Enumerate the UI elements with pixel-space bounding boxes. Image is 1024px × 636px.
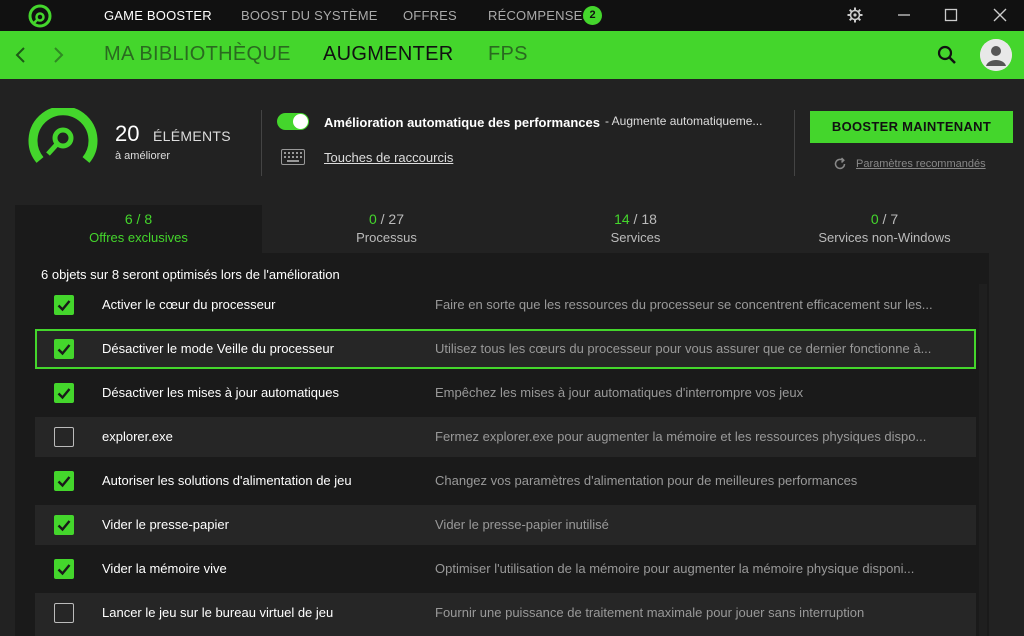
tab-label: Services bbox=[610, 230, 661, 245]
checkbox-checked[interactable] bbox=[54, 471, 74, 491]
tab-label: Services non-Windows bbox=[818, 230, 951, 245]
header-divider-left bbox=[261, 110, 262, 176]
items-count-sublabel: à améliorer bbox=[115, 150, 171, 162]
auto-boost-title: Amélioration automatique des performance… bbox=[324, 115, 600, 130]
list-item[interactable]: explorer.exe Fermez explorer.exe pour au… bbox=[35, 417, 976, 457]
toggle-knob bbox=[293, 114, 308, 129]
boost-gauge-icon bbox=[28, 108, 98, 163]
list-item[interactable]: Désactiver le mode Veille du processeur … bbox=[35, 329, 976, 369]
checkbox-checked[interactable] bbox=[54, 295, 74, 315]
scrollbar[interactable] bbox=[979, 284, 987, 636]
boost-now-button[interactable]: BOOSTER MAINTENANT bbox=[810, 111, 1013, 143]
list-item[interactable]: Désactiver les mises à jour automatiques… bbox=[35, 373, 976, 413]
checkbox-checked[interactable] bbox=[54, 515, 74, 535]
auto-boost-description: - Augmente automatiqueme... bbox=[605, 114, 763, 128]
tab-count: 14 / 18 bbox=[614, 211, 657, 227]
list-item[interactable]: Vider le presse-papier Vider le presse-p… bbox=[35, 505, 976, 545]
item-description: Vider le presse-papier inutilisé bbox=[435, 517, 609, 532]
tab-recompenses[interactable]: RÉCOMPENSES bbox=[488, 8, 591, 23]
avatar-icon[interactable] bbox=[980, 39, 1012, 71]
tab-label: Offres exclusives bbox=[89, 230, 188, 245]
settings-icon[interactable] bbox=[845, 5, 865, 25]
forward-arrow-icon[interactable] bbox=[46, 43, 70, 67]
tab-boost-systeme[interactable]: BOOST DU SYSTÈME bbox=[241, 8, 378, 23]
tab-count: 0 / 7 bbox=[870, 211, 899, 227]
tab-count: 0 / 27 bbox=[368, 211, 405, 227]
tab-offres[interactable]: OFFRES bbox=[403, 8, 457, 23]
keyboard-icon bbox=[281, 149, 305, 165]
maximize-icon[interactable] bbox=[941, 5, 961, 25]
item-title: explorer.exe bbox=[102, 429, 173, 444]
title-bar: GAME BOOSTER BOOST DU SYSTÈME OFFRES RÉC… bbox=[0, 0, 1024, 31]
item-title: Autoriser les solutions d'alimentation d… bbox=[102, 473, 352, 488]
main-nav-bar: MA BIBLIOTHÈQUE AUGMENTER FPS bbox=[0, 31, 1024, 79]
checkbox-unchecked[interactable] bbox=[54, 603, 74, 623]
item-title: Lancer le jeu sur le bureau virtuel de j… bbox=[102, 605, 334, 620]
item-description: Empêchez les mises à jour automatiques d… bbox=[435, 385, 804, 400]
header-divider-right bbox=[794, 110, 795, 176]
checkbox-checked[interactable] bbox=[54, 339, 74, 359]
items-count-label: ÉLÉMENTS bbox=[153, 128, 231, 144]
item-title: Désactiver le mode Veille du processeur bbox=[102, 341, 334, 356]
search-icon[interactable] bbox=[935, 43, 959, 67]
item-description: Fournir une puissance de traitement maxi… bbox=[435, 605, 865, 620]
list-item[interactable]: Vider la mémoire vive Optimiser l'utilis… bbox=[35, 549, 976, 589]
back-arrow-icon[interactable] bbox=[9, 43, 33, 67]
list-item[interactable]: Lancer le jeu sur le bureau virtuel de j… bbox=[35, 593, 976, 636]
nav-augmenter[interactable]: AUGMENTER bbox=[323, 43, 453, 66]
auto-boost-toggle[interactable] bbox=[277, 113, 309, 130]
optimization-summary: 6 objets sur 8 seront optimisés lors de … bbox=[41, 267, 340, 282]
tab-game-booster[interactable]: GAME BOOSTER bbox=[104, 8, 212, 23]
shortcuts-link[interactable]: Touches de raccourcis bbox=[324, 150, 453, 165]
list-item[interactable]: Autoriser les solutions d'alimentation d… bbox=[35, 461, 976, 501]
tab-count: 6 / 8 bbox=[124, 211, 153, 227]
tab-services[interactable]: 14 / 18 Services bbox=[511, 205, 760, 253]
item-description: Optimiser l'utilisation de la mémoire po… bbox=[435, 561, 915, 576]
rewards-count-badge: 2 bbox=[583, 6, 602, 25]
item-description: Changez vos paramètres d'alimentation po… bbox=[435, 473, 858, 488]
nav-ma-bibliotheque[interactable]: MA BIBLIOTHÈQUE bbox=[104, 43, 291, 66]
recommended-settings-link[interactable]: Paramètres recommandés bbox=[856, 158, 986, 170]
item-title: Désactiver les mises à jour automatiques bbox=[102, 385, 339, 400]
app-logo-icon[interactable] bbox=[28, 4, 52, 28]
tab-services-non-windows[interactable]: 0 / 7 Services non-Windows bbox=[760, 205, 1009, 253]
item-description: Fermez explorer.exe pour augmenter la mé… bbox=[435, 429, 927, 444]
item-title: Vider la mémoire vive bbox=[102, 561, 227, 576]
tab-processus[interactable]: 0 / 27 Processus bbox=[262, 205, 511, 253]
item-description: Faire en sorte que les ressources du pro… bbox=[435, 297, 933, 312]
tab-offres-exclusives[interactable]: 6 / 8 Offres exclusives bbox=[15, 205, 262, 253]
items-count: 20 bbox=[115, 121, 140, 146]
checkbox-checked[interactable] bbox=[54, 559, 74, 579]
close-icon[interactable] bbox=[990, 5, 1010, 25]
checkbox-unchecked[interactable] bbox=[54, 427, 74, 447]
refresh-icon bbox=[834, 157, 846, 170]
nav-fps[interactable]: FPS bbox=[488, 43, 528, 66]
minimize-icon[interactable] bbox=[894, 5, 914, 25]
tab-label: Processus bbox=[356, 230, 417, 245]
item-description: Utilisez tous les cœurs du processeur po… bbox=[435, 341, 932, 356]
list-item[interactable]: Activer le cœur du processeur Faire en s… bbox=[35, 285, 976, 325]
checkbox-checked[interactable] bbox=[54, 383, 74, 403]
item-title: Vider le presse-papier bbox=[102, 517, 229, 532]
item-title: Activer le cœur du processeur bbox=[102, 297, 276, 312]
